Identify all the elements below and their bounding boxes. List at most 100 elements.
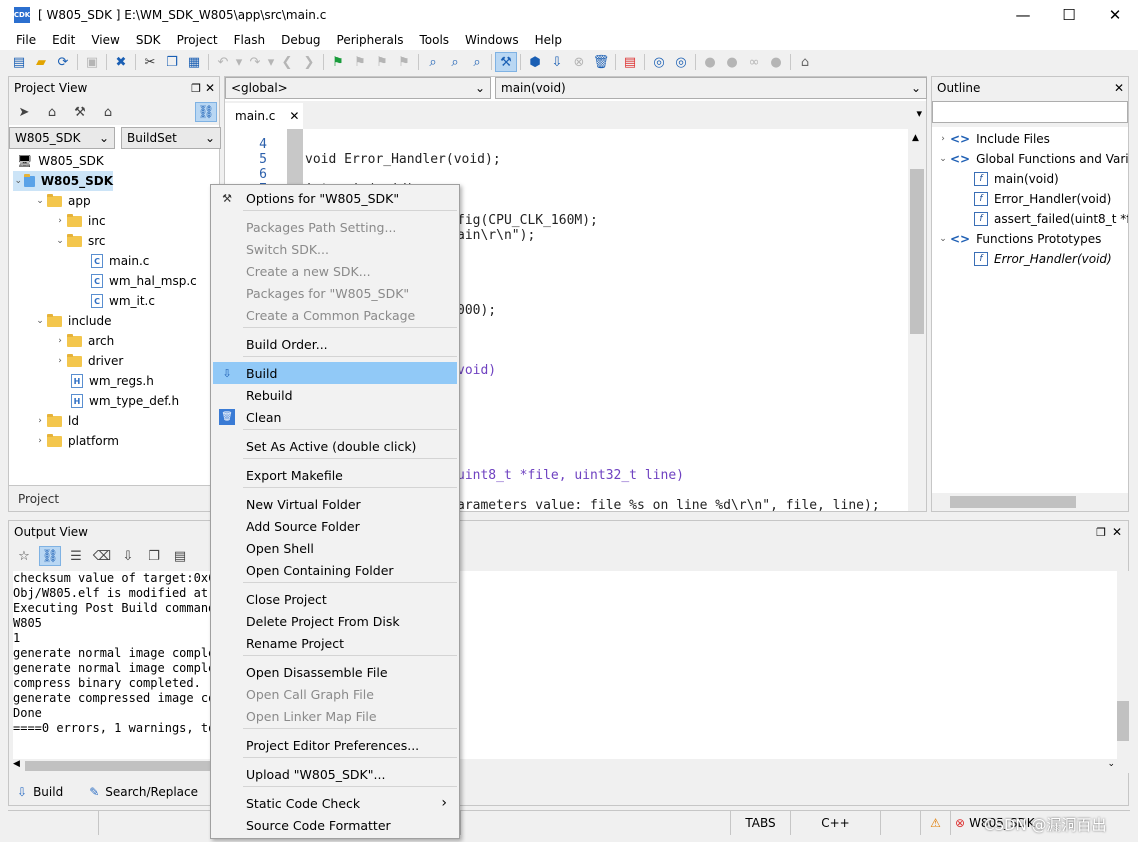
bank-icon[interactable]: ⌂ <box>41 102 63 122</box>
chevron-right-icon[interactable]: › <box>53 336 67 346</box>
copy-output-icon[interactable]: ❐ <box>143 546 165 566</box>
back-icon[interactable]: ❮ <box>276 52 298 72</box>
tab-list-icon[interactable]: ▾ <box>916 107 922 120</box>
save-output-icon[interactable]: ⇩ <box>117 546 139 566</box>
ctx-item-options-for-w805-sdk[interactable]: ⚒ Options for "W805_SDK" <box>213 187 457 209</box>
paste-output-icon[interactable]: ▤ <box>169 546 191 566</box>
menu-edit[interactable]: Edit <box>44 33 83 47</box>
tree-item[interactable]: › inc <box>53 211 106 231</box>
chevron-right-icon[interactable]: › <box>53 216 67 226</box>
ctx-item-project-editor-preferences[interactable]: Project Editor Preferences... <box>213 734 457 756</box>
package-icon[interactable]: ⬢ <box>524 52 546 72</box>
output-text[interactable]: checksum value of target:0xC Obj/W805.elf… <box>13 571 213 761</box>
menu-tools[interactable]: Tools <box>411 33 457 47</box>
menu-windows[interactable]: Windows <box>457 33 527 47</box>
ctx-item-build[interactable]: ⇩ Build <box>213 362 457 384</box>
scrollbar-thumb[interactable] <box>25 761 211 771</box>
close-panel-icon[interactable]: ✕ <box>1112 525 1122 539</box>
chevron-down-icon[interactable]: ⌄ <box>13 176 24 186</box>
delete-icon[interactable]: ✖ <box>110 52 132 72</box>
step-icon[interactable]: ● <box>721 52 743 72</box>
sdk-select[interactable]: W805_SDK ⌄ <box>9 127 115 149</box>
chevron-down-icon[interactable]: ⌄ <box>936 234 950 244</box>
save-icon[interactable]: ▣ <box>81 52 103 72</box>
trash-icon[interactable]: 🗑 <box>590 52 612 72</box>
maximize-button[interactable]: ☐ <box>1046 0 1092 30</box>
ctx-item-export-makefile[interactable]: Export Makefile <box>213 464 457 486</box>
ctx-item-set-as-active-double-click[interactable]: Set As Active (double click) <box>213 435 457 457</box>
buildset-select[interactable]: BuildSet ⌄ <box>121 127 221 149</box>
redo-icon[interactable]: ↷ <box>244 52 266 72</box>
vertical-scrollbar[interactable]: ▲ <box>908 129 926 511</box>
ctx-item-clean[interactable]: 🗑 Clean <box>213 406 457 428</box>
outline-item[interactable]: ⌄ <> Functions Prototypes <box>936 229 1101 249</box>
chevron-right-icon[interactable]: › <box>53 356 67 366</box>
menu-project[interactable]: Project <box>169 33 226 47</box>
run-icon[interactable]: ● <box>699 52 721 72</box>
tree-item[interactable]: Cwm_it.c <box>87 291 155 311</box>
link-icon[interactable]: ∞ <box>743 52 765 72</box>
ctx-item-open-containing-folder[interactable]: Open Containing Folder <box>213 559 457 581</box>
tree-item[interactable]: Cmain.c <box>87 251 149 271</box>
scrollbar-thumb[interactable] <box>1117 701 1129 741</box>
close-button[interactable]: ✕ <box>1092 0 1138 30</box>
tree-item[interactable]: › ld <box>33 411 79 431</box>
menu-help[interactable]: Help <box>527 33 570 47</box>
ctx-item-delete-project-from-disk[interactable]: Delete Project From Disk <box>213 610 457 632</box>
open-folder-icon[interactable]: ▰ <box>30 52 52 72</box>
ctx-item-build-order[interactable]: Build Order... <box>213 333 457 355</box>
clear-output-icon[interactable]: ⌫ <box>91 546 113 566</box>
chevron-down-icon[interactable]: ⌄ <box>33 196 47 206</box>
outline-hscrollbar[interactable] <box>932 493 1128 511</box>
locate-icon[interactable]: ➤ <box>13 102 35 122</box>
tree-item[interactable]: Hwm_type_def.h <box>67 391 179 411</box>
undo-dropdown-icon[interactable]: ▾ <box>234 52 244 72</box>
next-bookmark-icon[interactable]: ⚑ <box>371 52 393 72</box>
debug-attach-icon[interactable]: ◎ <box>670 52 692 72</box>
build-toggle-icon[interactable]: ⚒ <box>495 52 517 72</box>
outline-item[interactable]: f Error_Handler(void) <box>974 189 1111 209</box>
chevron-right-icon[interactable]: › <box>936 134 950 144</box>
menu-peripherals[interactable]: Peripherals <box>329 33 412 47</box>
tab-build[interactable]: Build <box>33 785 63 799</box>
clear-bookmarks-icon[interactable]: ⚑ <box>393 52 415 72</box>
bookmark-flag-icon[interactable]: ⚑ <box>327 52 349 72</box>
scrollbar-thumb[interactable] <box>950 496 1076 508</box>
tree-item[interactable]: › arch <box>53 331 114 351</box>
minimize-button[interactable]: — <box>1000 0 1046 30</box>
menu-debug[interactable]: Debug <box>273 33 328 47</box>
undo-icon[interactable]: ↶ <box>212 52 234 72</box>
scope-select[interactable]: <global> ⌄ <box>225 77 491 99</box>
menu-sdk[interactable]: SDK <box>128 33 169 47</box>
ctx-item-open-disassemble-file[interactable]: Open Disassemble File <box>213 661 457 683</box>
tree-item[interactable]: 🖥 W805_SDK <box>13 151 104 171</box>
tree-item[interactable]: ⌄ include <box>33 311 111 331</box>
scroll-left-icon[interactable]: ◀ <box>13 759 20 769</box>
build-tools-icon[interactable]: ⚒ <box>69 102 91 122</box>
refresh-icon[interactable]: ⟳ <box>52 52 74 72</box>
menu-view[interactable]: View <box>83 33 127 47</box>
ctx-item-source-code-formatter[interactable]: Source Code Formatter <box>213 814 457 836</box>
scroll-up-icon[interactable]: ▲ <box>912 133 919 143</box>
prev-bookmark-icon[interactable]: ⚑ <box>349 52 371 72</box>
home-icon[interactable]: ⌂ <box>794 52 816 72</box>
tree-item[interactable]: ⌄ app <box>33 191 91 211</box>
tree-item[interactable]: › driver <box>53 351 123 371</box>
ctx-item-new-virtual-folder[interactable]: New Virtual Folder <box>213 493 457 515</box>
link-icon[interactable]: ⛓ <box>39 546 61 566</box>
ctx-item-add-source-folder[interactable]: Add Source Folder <box>213 515 457 537</box>
ctx-item-rename-project[interactable]: Rename Project <box>213 632 457 654</box>
copy-icon[interactable]: ❐ <box>161 52 183 72</box>
scrollbar-thumb[interactable] <box>910 169 924 334</box>
scroll-down-icon[interactable]: ⌄ <box>1107 759 1115 769</box>
chevron-right-icon[interactable]: › <box>33 416 47 426</box>
outline-item[interactable]: f main(void) <box>974 169 1059 189</box>
new-file-icon[interactable]: ▤ <box>8 52 30 72</box>
breakpoint-icon[interactable]: ● <box>765 52 787 72</box>
outline-item[interactable]: ⌄ <> Global Functions and Vari <box>936 149 1128 169</box>
redo-dropdown-icon[interactable]: ▾ <box>266 52 276 72</box>
output-hscrollbar[interactable]: ◀ ⌄ <box>9 759 1129 773</box>
tree-item[interactable]: › platform <box>33 431 119 451</box>
ctx-item-rebuild[interactable]: Rebuild <box>213 384 457 406</box>
find-symbol-icon[interactable]: ⌕ <box>466 52 488 72</box>
